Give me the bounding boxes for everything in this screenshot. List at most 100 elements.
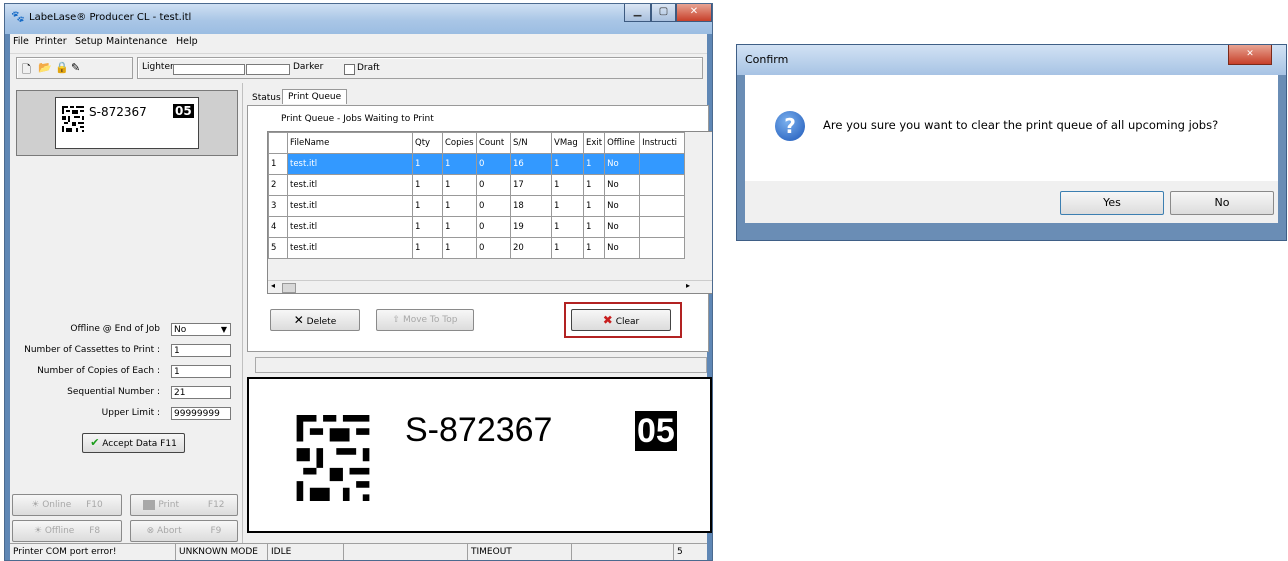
- draft-checkbox[interactable]: [344, 64, 355, 75]
- upper-field[interactable]: 99999999: [171, 407, 231, 420]
- cell-exit: 1: [582, 237, 606, 259]
- main-window: 🐾 LabeLase® Producer CL - test.itl ▁ ▢ ✕…: [4, 3, 713, 561]
- offline-key: F8: [89, 526, 101, 536]
- cell-count: 0: [476, 237, 511, 259]
- cell-filename: test.itl: [287, 195, 413, 217]
- yes-button[interactable]: Yes: [1060, 191, 1164, 215]
- online-button[interactable]: ☀ Online F10: [12, 494, 122, 516]
- offline-button[interactable]: ☀ Offline F8: [12, 520, 122, 542]
- minimize-button[interactable]: ▁: [624, 4, 651, 22]
- label-preview-small: S-872367 05: [16, 90, 238, 156]
- cell-qty: 1: [412, 153, 443, 175]
- tab-status[interactable]: Status: [252, 93, 281, 103]
- lighter-slider[interactable]: [173, 64, 245, 75]
- clear-button[interactable]: ✖ Clear: [571, 309, 671, 331]
- move-to-top-button[interactable]: ⇧ Move To Top: [376, 309, 474, 331]
- dialog-footer: Yes No: [745, 181, 1278, 223]
- title-bar[interactable]: 🐾 LabeLase® Producer CL - test.itl ▁ ▢ ✕: [5, 4, 712, 34]
- delete-x-icon: ✕: [293, 313, 304, 327]
- cell-copies: 1: [442, 174, 477, 196]
- cell-instructions: [639, 216, 686, 238]
- lock-icon[interactable]: 🔒: [55, 61, 69, 74]
- cell-qty: 1: [412, 237, 443, 259]
- new-file-icon[interactable]: 🗋: [22, 61, 31, 80]
- table-row[interactable]: 4 test.itl 1 1 0 19 1 1 No: [268, 216, 686, 238]
- large-code: 05: [635, 411, 677, 451]
- header-exit[interactable]: Exit: [582, 132, 606, 154]
- header-copies[interactable]: Copies: [442, 132, 477, 154]
- header-vmag[interactable]: VMag: [551, 132, 584, 154]
- darker-label: Darker: [293, 62, 324, 72]
- table-row[interactable]: 2 test.itl 1 1 0 17 1 1 No: [268, 174, 686, 196]
- header-filename[interactable]: FileName: [287, 132, 413, 154]
- offline-select[interactable]: No ▼: [171, 323, 231, 336]
- cell-instructions: [639, 195, 686, 217]
- header-qty[interactable]: Qty: [412, 132, 443, 154]
- cell-offline: No: [604, 195, 641, 217]
- header-instructions[interactable]: Instructi: [639, 132, 686, 154]
- movetop-label: Move To Top: [402, 315, 458, 325]
- scroll-thumb[interactable]: [282, 283, 296, 293]
- accept-data-button[interactable]: ✔ Accept Data F11: [82, 433, 185, 453]
- seq-field[interactable]: 21: [171, 386, 231, 399]
- delete-label: Delete: [306, 317, 337, 327]
- header-sn[interactable]: S/N: [510, 132, 552, 154]
- menu-maintenance[interactable]: Maintenance: [106, 36, 167, 47]
- dialog-message: Are you sure you want to clear the print…: [823, 118, 1219, 132]
- table-row[interactable]: 5 test.itl 1 1 0 20 1 1 No: [268, 237, 686, 259]
- cell-vmag: 1: [551, 153, 584, 175]
- cell-copies: 1: [442, 216, 477, 238]
- cassettes-field[interactable]: 1: [171, 344, 231, 357]
- cell-offline: No: [604, 153, 641, 175]
- table-row[interactable]: 3 test.itl 1 1 0 18 1 1 No: [268, 195, 686, 217]
- abort-label: Abort: [157, 526, 182, 536]
- scroll-left-icon[interactable]: ◂: [271, 281, 275, 290]
- horizontal-scrollbar[interactable]: ◂ ▸: [268, 280, 712, 293]
- menu-bar: File Printer Setup Maintenance Help: [10, 34, 707, 52]
- scroll-right-icon[interactable]: ▸: [686, 281, 690, 290]
- queue-heading: Print Queue - Jobs Waiting to Print: [281, 114, 434, 124]
- cell-instructions: [639, 174, 686, 196]
- cell-offline: No: [604, 174, 641, 196]
- menu-help[interactable]: Help: [176, 36, 198, 47]
- abort-icon: ⊗: [146, 526, 155, 536]
- table-row[interactable]: 1 test.itl 1 1 0 16 1 1 No: [268, 153, 686, 175]
- datamatrix-large: [296, 415, 370, 501]
- menu-file[interactable]: File: [13, 36, 29, 47]
- menu-printer[interactable]: Printer: [35, 36, 67, 47]
- cell-filename: test.itl: [287, 216, 413, 238]
- maximize-button[interactable]: ▢: [651, 4, 676, 22]
- upper-label: Upper Limit :: [101, 408, 160, 418]
- status-bar: Printer COM port error! UNKNOWN MODE IDL…: [10, 543, 707, 560]
- dialog-body: ? Are you sure you want to clear the pri…: [745, 75, 1278, 181]
- print-button[interactable]: Print F12: [130, 494, 238, 516]
- no-button[interactable]: No: [1170, 191, 1274, 215]
- status-state: IDLE: [268, 544, 344, 560]
- row-number: 5: [268, 237, 288, 259]
- chevron-down-icon: ▼: [220, 325, 227, 334]
- dialog-titlebar[interactable]: Confirm ✕: [737, 45, 1286, 75]
- cell-qty: 1: [412, 195, 443, 217]
- abort-button[interactable]: ⊗ Abort F9: [130, 520, 238, 542]
- toolbar-icon-group: 🗋 📂 🔒 ✎: [16, 57, 133, 79]
- header-offline[interactable]: Offline: [604, 132, 641, 154]
- edit-icon[interactable]: ✎: [71, 61, 80, 74]
- abort-key: F9: [210, 526, 222, 536]
- tab-print-queue[interactable]: Print Queue: [282, 89, 348, 104]
- menu-setup[interactable]: Setup: [75, 36, 103, 47]
- close-button[interactable]: ✕: [676, 4, 712, 22]
- cell-exit: 1: [582, 216, 606, 238]
- dialog-close-button[interactable]: ✕: [1228, 45, 1272, 65]
- clear-label: Clear: [615, 317, 640, 327]
- copies-field[interactable]: 1: [171, 365, 231, 378]
- open-folder-icon[interactable]: 📂: [38, 61, 52, 74]
- cassettes-label: Number of Cassettes to Print :: [24, 345, 160, 355]
- row-number: 3: [268, 195, 288, 217]
- delete-button[interactable]: ✕ Delete: [270, 309, 360, 331]
- clear-x-icon: ✖: [602, 313, 613, 327]
- print-label: Print: [158, 500, 180, 510]
- darker-slider[interactable]: [246, 64, 290, 75]
- table-header: FileName Qty Copies Count S/N VMag Exit …: [268, 132, 686, 154]
- header-count[interactable]: Count: [476, 132, 511, 154]
- cell-copies: 1: [442, 195, 477, 217]
